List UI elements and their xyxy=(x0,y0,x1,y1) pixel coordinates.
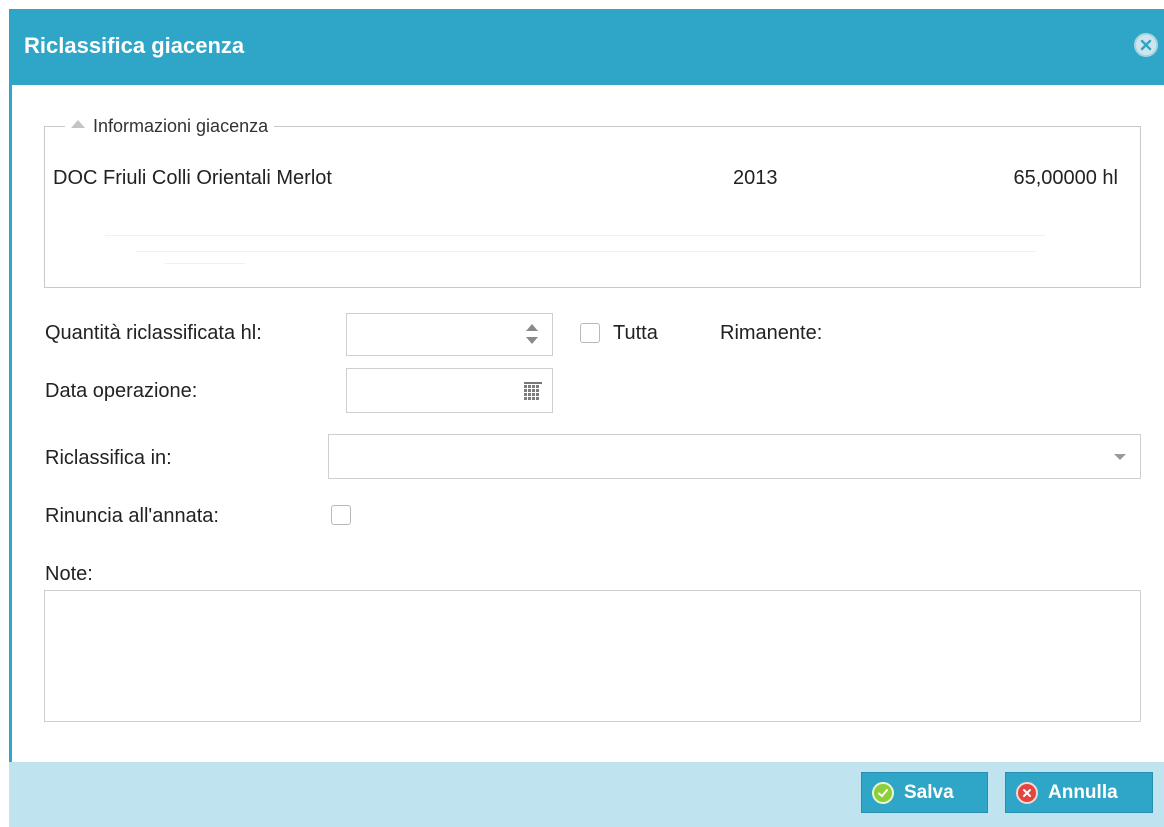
stock-product-name: DOC Friuli Colli Orientali Merlot xyxy=(53,167,332,189)
faint-background-artifact xyxy=(105,229,1065,269)
stock-info-fieldset: Informazioni giacenza DOC Friuli Colli O… xyxy=(44,116,1141,288)
stock-info-legend[interactable]: Informazioni giacenza xyxy=(65,116,274,137)
waive-year-checkbox[interactable] xyxy=(331,505,351,525)
cancel-button-label: Annulla xyxy=(1048,781,1118,803)
check-circle-icon xyxy=(872,781,894,804)
dialog-title: Riclassifica giacenza xyxy=(24,33,245,58)
dialog-left-border xyxy=(9,85,12,762)
stock-year: 2013 xyxy=(733,167,778,189)
date-label: Data operazione: xyxy=(45,380,198,402)
spinner-arrows-icon[interactable] xyxy=(526,324,538,344)
cancel-button[interactable]: Annulla xyxy=(1005,772,1153,813)
notes-textarea[interactable] xyxy=(44,590,1141,722)
stock-info-legend-label: Informazioni giacenza xyxy=(93,116,269,136)
date-input[interactable] xyxy=(346,368,553,413)
close-button[interactable] xyxy=(1134,33,1158,57)
dialog-footer: Salva Annulla xyxy=(9,762,1164,827)
all-quantity-label: Tutta xyxy=(613,322,658,344)
calendar-icon[interactable] xyxy=(524,382,542,400)
chevron-down-icon[interactable] xyxy=(1114,454,1126,460)
collapse-arrow-icon[interactable] xyxy=(71,120,85,129)
notes-label: Note: xyxy=(45,563,93,585)
close-circle-icon xyxy=(1140,39,1152,51)
quantity-label: Quantità riclassificata hl: xyxy=(45,322,262,344)
save-button[interactable]: Salva xyxy=(861,772,988,813)
reclassify-select[interactable] xyxy=(328,434,1141,479)
stock-quantity: 65,00000 hl xyxy=(1013,167,1118,189)
save-button-label: Salva xyxy=(904,781,954,803)
remaining-label: Rimanente: xyxy=(720,322,823,344)
reclassify-label: Riclassifica in: xyxy=(45,447,172,469)
all-quantity-checkbox[interactable] xyxy=(580,323,600,343)
waive-year-label: Rinuncia all'annata: xyxy=(45,505,219,527)
quantity-stepper[interactable] xyxy=(346,313,553,356)
x-circle-icon xyxy=(1016,781,1038,804)
reclassify-dialog: Riclassifica giacenza Informazioni giace… xyxy=(0,0,1164,827)
dialog-titlebar: Riclassifica giacenza xyxy=(9,9,1164,85)
